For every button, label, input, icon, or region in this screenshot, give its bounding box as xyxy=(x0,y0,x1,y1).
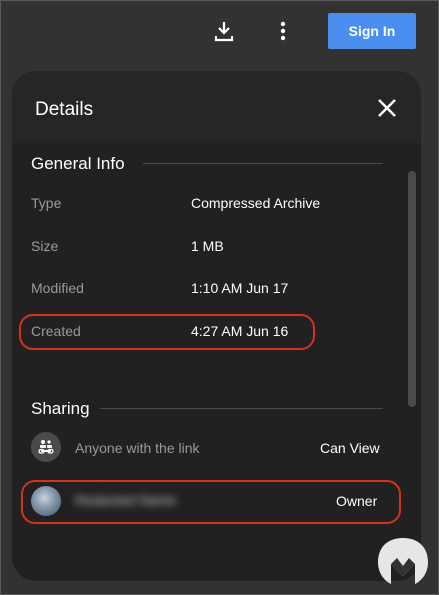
created-highlight xyxy=(19,314,315,350)
link-sharing-label: Anyone with the link xyxy=(75,440,200,456)
top-bar: Sign In xyxy=(0,0,439,62)
sharing-heading: Sharing xyxy=(31,399,90,418)
details-title: Details xyxy=(35,99,94,120)
download-button[interactable] xyxy=(209,16,239,46)
size-value: 1 MB xyxy=(191,238,224,254)
close-icon xyxy=(378,99,396,117)
size-label: Size xyxy=(31,238,59,254)
modified-value: 1:10 AM Jun 17 xyxy=(191,280,289,296)
owner-highlight xyxy=(21,480,401,524)
section-divider xyxy=(143,163,383,164)
more-options-button[interactable] xyxy=(268,16,298,46)
type-label: Type xyxy=(31,195,62,211)
section-divider xyxy=(100,408,383,409)
link-permission[interactable]: Can View xyxy=(320,440,380,456)
link-people-icon xyxy=(31,432,61,462)
download-icon xyxy=(214,22,234,42)
modified-label: Modified xyxy=(31,280,84,296)
malwarebytes-logo-icon xyxy=(378,538,428,584)
more-vertical-icon xyxy=(280,21,286,41)
close-button[interactable] xyxy=(372,93,402,123)
type-value: Compressed Archive xyxy=(191,195,321,211)
scrollbar[interactable] xyxy=(408,171,416,407)
details-panel: Details General Info Type Compressed Arc… xyxy=(12,71,421,581)
sign-in-button[interactable]: Sign In xyxy=(328,13,416,49)
details-header: Details xyxy=(12,71,421,143)
general-info-heading: General Info xyxy=(31,154,125,173)
people-link-glyph xyxy=(38,440,54,454)
